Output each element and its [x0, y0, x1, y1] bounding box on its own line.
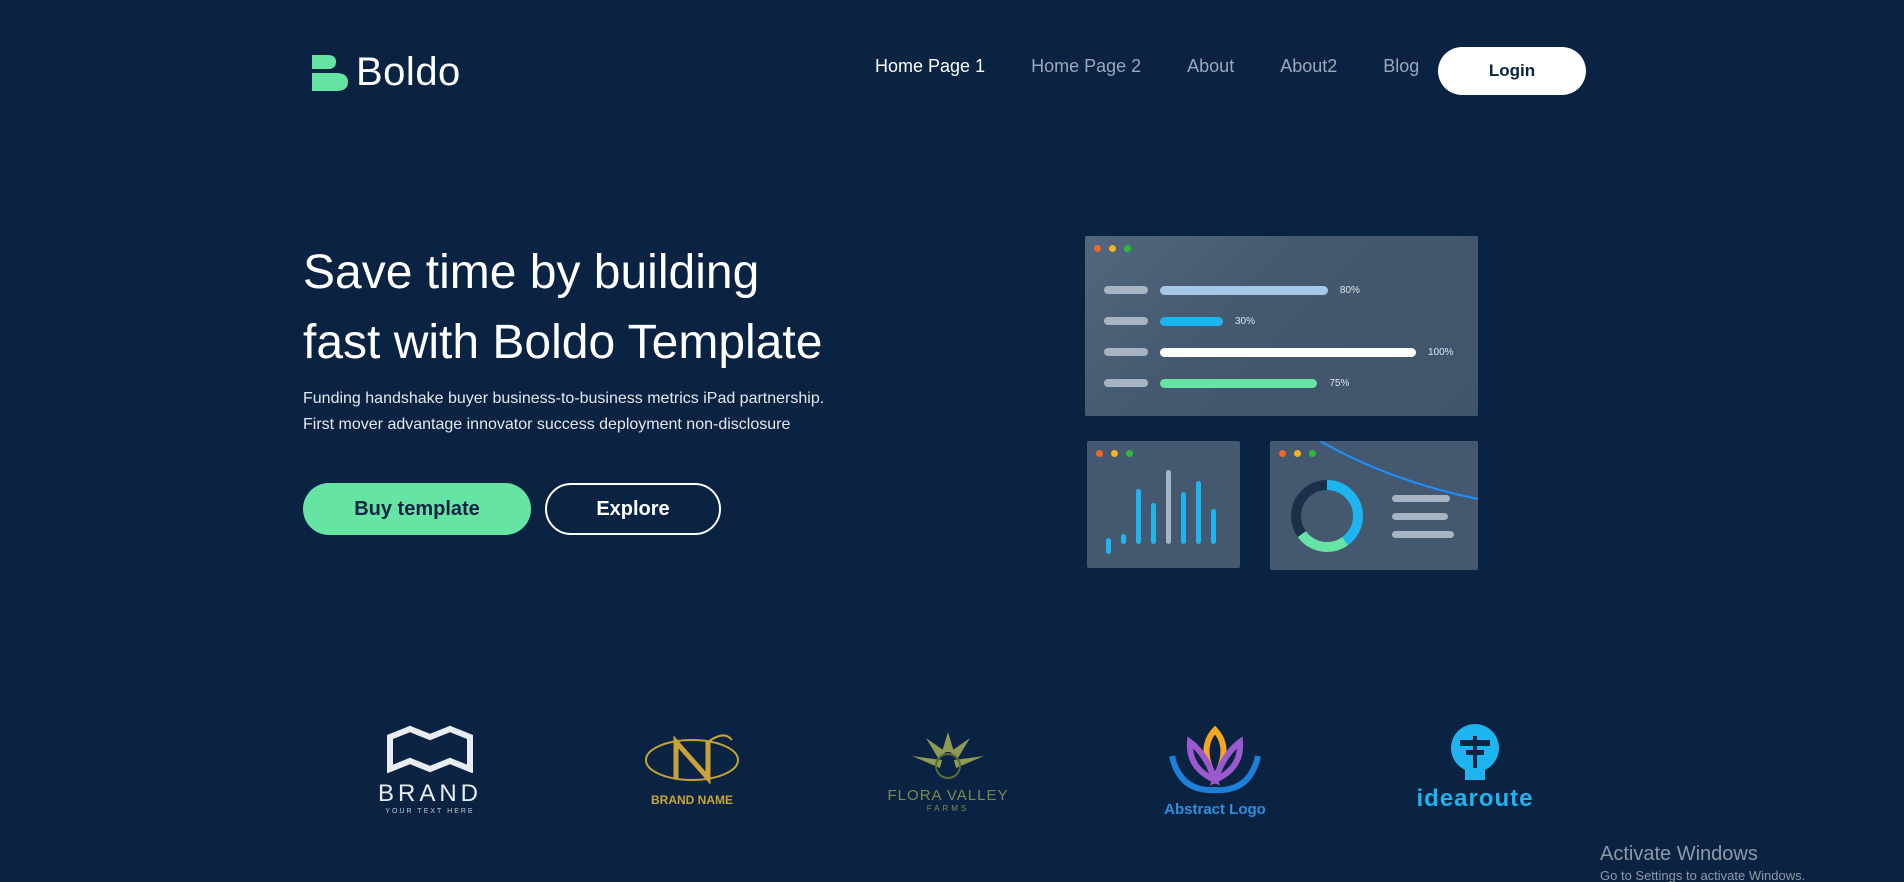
bar-track — [1160, 285, 1328, 295]
progress-percent: 100% — [1428, 346, 1454, 358]
hero-subtitle-line-2: First mover advantage innovator success … — [303, 416, 791, 433]
nav-item-home-page-1[interactable]: Home Page 1 — [875, 56, 985, 77]
lightbulb-signpost-icon — [1451, 724, 1499, 780]
progress-row: 30% — [1104, 314, 1255, 328]
bar-track — [1160, 347, 1416, 357]
mini-bar — [1196, 481, 1201, 544]
label-stub — [1104, 379, 1148, 387]
brand-logo-abstract: Abstract Logo — [1160, 720, 1270, 818]
brand-logo-name: FLORA VALLEY — [887, 787, 1009, 804]
brand-logo-name: BRAND — [377, 780, 482, 807]
brand-logo[interactable]: Boldo — [310, 50, 461, 95]
bar-track — [1160, 316, 1223, 326]
nav-item-home-page-2[interactable]: Home Page 2 — [1031, 56, 1141, 77]
nav-item-about[interactable]: About — [1187, 56, 1234, 77]
label-stub — [1104, 286, 1148, 294]
progress-fill — [1160, 316, 1223, 326]
legend-line — [1392, 513, 1448, 520]
label-stub — [1104, 348, 1148, 356]
explore-button[interactable]: Explore — [545, 483, 721, 535]
bar-track — [1160, 378, 1318, 388]
brand-name: Boldo — [356, 50, 461, 94]
donut-chart-icon — [1291, 441, 1478, 552]
progress-fill — [1160, 347, 1416, 357]
mini-bar — [1211, 509, 1216, 544]
hero-title-line-2: fast with Boldo Template — [303, 316, 823, 369]
mini-bar — [1106, 538, 1111, 554]
green-dot-icon — [1124, 245, 1131, 252]
nav-item-blog[interactable]: Blog — [1383, 56, 1419, 77]
progress-row: 80% — [1104, 283, 1360, 297]
lotus-icon — [1169, 725, 1261, 794]
mini-bar — [1181, 492, 1186, 544]
mini-bar — [1136, 489, 1141, 544]
red-dot-icon — [1094, 245, 1101, 252]
brand-logo-name: Abstract Logo — [1164, 801, 1266, 818]
brand-logo-flora-valley: FLORA VALLEY FARMS — [868, 730, 1028, 813]
brand-logo-brand: BRAND YOUR TEXT HERE — [360, 725, 500, 815]
donut-card — [1270, 441, 1478, 570]
hero-subtitle: Funding handshake buyer business-to-busi… — [303, 386, 863, 438]
progress-row: 100% — [1104, 345, 1454, 359]
boldo-logo-icon — [312, 54, 348, 91]
progress-fill — [1160, 285, 1328, 295]
brand-logo-idearoute: idearoute — [1400, 722, 1550, 812]
progress-percent: 30% — [1234, 315, 1255, 327]
activate-windows-subtitle: Go to Settings to activate Windows. — [1600, 868, 1806, 882]
bar-chart-card — [1087, 441, 1240, 568]
sun-leaf-icon — [912, 732, 984, 779]
activate-windows-title: Activate Windows — [1600, 843, 1758, 865]
window-dots — [1094, 245, 1139, 252]
hero-title: Save time by building fast with Boldo Te… — [303, 238, 903, 378]
mini-bar — [1121, 534, 1126, 544]
nav-item-about2[interactable]: About2 — [1280, 56, 1337, 77]
brand-logo-tagline: YOUR TEXT HERE — [385, 808, 475, 815]
progress-percent: 75% — [1329, 377, 1350, 389]
brand-logos-row: BRAND YOUR TEXT HERE BRAND NAME FLORA VA… — [0, 720, 1904, 820]
legend-line — [1392, 495, 1450, 502]
yellow-dot-icon — [1109, 245, 1116, 252]
brand-logo-tagline: FARMS — [926, 804, 970, 813]
progress-fill — [1160, 378, 1318, 388]
hero-subtitle-line-1: Funding handshake buyer business-to-busi… — [303, 390, 825, 407]
mini-bar — [1151, 503, 1156, 544]
buy-template-button[interactable]: Buy template — [303, 483, 531, 535]
main-nav: Home Page 1 Home Page 2 About About2 Blo… — [875, 56, 1465, 77]
progress-percent: 80% — [1339, 284, 1360, 296]
progress-row: 75% — [1104, 376, 1349, 390]
donut-ring — [1291, 480, 1363, 552]
mini-bar — [1166, 470, 1171, 544]
brand-logo-brand-name: BRAND NAME — [632, 730, 752, 810]
mini-bar-chart-icon — [1106, 470, 1216, 554]
progress-card: 80% 30% 100% 75% — [1085, 236, 1478, 416]
login-button[interactable]: Login — [1438, 47, 1586, 95]
brand-logo-name: idearoute — [1416, 785, 1534, 812]
brand-logo-name: BRAND NAME — [651, 793, 733, 807]
legend-line — [1392, 531, 1454, 538]
brand-monogram-icon — [387, 725, 473, 774]
hero-title-line-1: Save time by building — [303, 246, 760, 299]
label-stub — [1104, 317, 1148, 325]
gold-n-monogram-icon — [645, 734, 739, 785]
landing-page: Boldo Home Page 1 Home Page 2 About Abou… — [0, 0, 1904, 882]
